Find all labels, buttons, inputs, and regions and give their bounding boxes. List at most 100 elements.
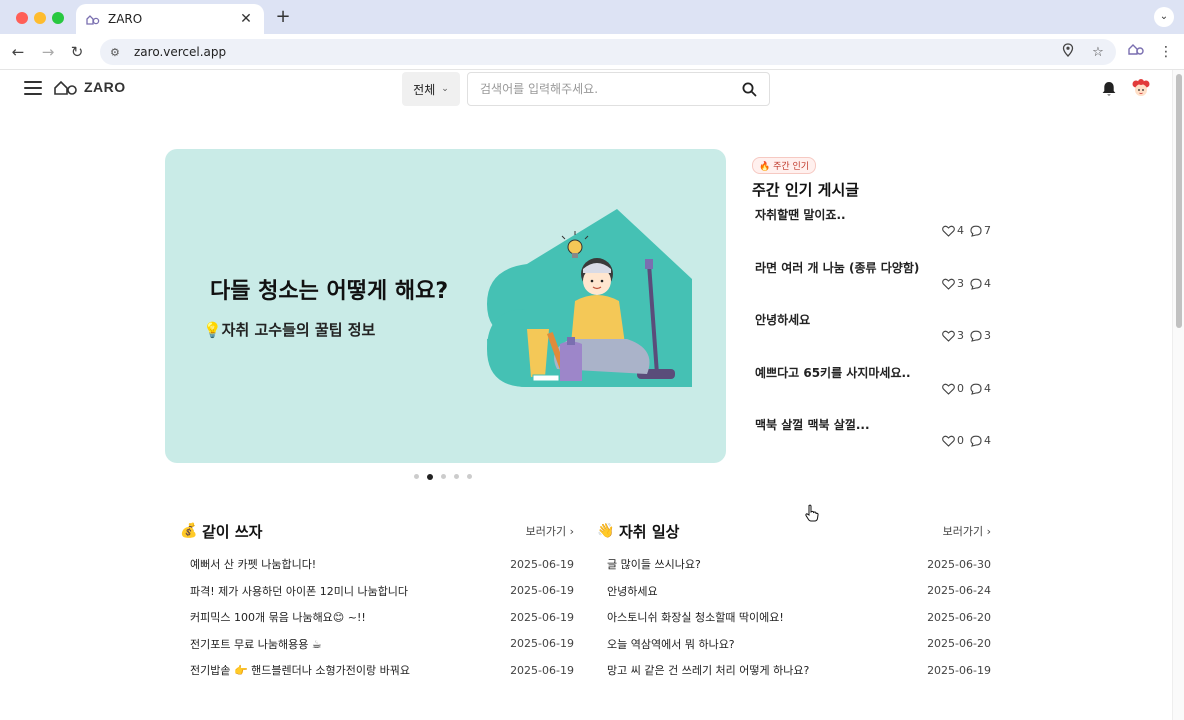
category-select[interactable]: 전체 ⌄	[402, 72, 460, 106]
banner-title: 다들 청소는 어떻게 해요?	[210, 279, 449, 304]
browser-tab[interactable]: ZARO ✕	[76, 4, 264, 34]
carousel-indicator	[414, 473, 480, 480]
post-title: 맥북 살껄 맥북 살껄...	[755, 418, 870, 432]
minimize-window-button[interactable]	[34, 12, 46, 24]
page-scrollbar[interactable]	[1172, 70, 1184, 720]
popular-post[interactable]: 맥북 살껄 맥북 살껄... 0 4	[755, 416, 991, 456]
post-title: 아스토니쉬 화장실 청소할때 딱이에요!	[607, 611, 784, 625]
tab-search-chevron-icon[interactable]: ⌄	[1154, 7, 1174, 27]
notification-bell-icon[interactable]	[1100, 80, 1118, 98]
maximize-window-button[interactable]	[52, 12, 64, 24]
post-stats: 0 4	[942, 382, 991, 395]
list-item[interactable]: 파격! 제가 사용하던 아이폰 12미니 나눔합니다 2025-06-19	[180, 578, 574, 605]
post-title: 안녕하세요	[607, 584, 658, 598]
list-item[interactable]: 전기밥솥 👉 핸드블렌더나 소형가전이랑 바꿔요 2025-06-19	[180, 657, 574, 684]
view-more-label: 보러가기	[525, 525, 567, 538]
browser-menu-icon[interactable]: ⋮	[1156, 42, 1176, 62]
view-more-link[interactable]: 보러가기 ›	[526, 523, 574, 539]
post-stats: 0 4	[942, 434, 991, 447]
post-date: 2025-06-19	[510, 663, 574, 677]
view-more-link[interactable]: 보러가기 ›	[943, 523, 991, 539]
like-count: 0	[957, 434, 964, 447]
post-title: 라면 여러 개 나눔 (종류 다양함)	[755, 261, 920, 275]
url-text: zaro.vercel.app	[134, 45, 227, 59]
list-item[interactable]: 글 많이들 쓰시나요? 2025-06-30	[597, 551, 991, 578]
category-label: 전체	[413, 82, 436, 97]
list-item[interactable]: 안녕하세요 2025-06-24	[597, 578, 991, 605]
list-item[interactable]: 망고 씨 같은 건 쓰레기 처리 어떻게 하나요? 2025-06-19	[597, 657, 991, 684]
user-avatar[interactable]	[1130, 78, 1152, 100]
comment-icon	[970, 278, 982, 290]
carousel-dot[interactable]	[441, 474, 446, 479]
hero-banner[interactable]: 다들 청소는 어떻게 해요? 💡자취 고수들의 꿀팁 정보	[165, 149, 726, 463]
browser-tab-strip: ZARO ✕ + ⌄	[0, 0, 1184, 34]
list-item[interactable]: 오늘 역삼역에서 뭐 하나요? 2025-06-20	[597, 631, 991, 658]
board-share: 💰 같이 쓰자 보러가기 › 예뻐서 산 카펫 나눔합니다! 2025-06-19…	[180, 521, 574, 684]
popular-post[interactable]: 예쁘다고 65키를 사지마세요.. 0 4	[755, 364, 991, 404]
post-title: 전기밥솥 👉 핸드블렌더나 소형가전이랑 바꿔요	[190, 664, 410, 678]
new-tab-button[interactable]: +	[274, 7, 292, 27]
post-date: 2025-06-24	[927, 584, 991, 598]
like-count: 0	[957, 382, 964, 395]
comment-icon	[970, 330, 982, 342]
hand-cursor-icon	[805, 504, 819, 522]
extension-icon[interactable]	[1126, 42, 1146, 62]
post-title: 자취할땐 말이죠..	[755, 208, 846, 222]
weekly-badge: 🔥 주간 인기	[752, 157, 817, 174]
weekly-title: 주간 인기 게시글	[752, 181, 860, 199]
post-title: 안녕하세요	[755, 313, 811, 327]
board-list: 글 많이들 쓰시나요? 2025-06-30 안녕하세요 2025-06-24 아스…	[597, 551, 991, 684]
page-content: ZARO 전체 ⌄ 다들 청소는 어떻게 해요? 💡자취 고수들의 꿀팁 정보	[0, 70, 1172, 720]
carousel-dot[interactable]	[414, 474, 419, 479]
hamburger-menu-icon[interactable]	[24, 81, 42, 95]
post-title: 글 많이들 쓰시나요?	[607, 558, 701, 572]
popular-post[interactable]: 안녕하세요 3 3	[755, 311, 991, 351]
banner-subtitle: 💡자취 고수들의 꿀팁 정보	[203, 321, 376, 339]
post-date: 2025-06-19	[510, 584, 574, 598]
close-window-button[interactable]	[16, 12, 28, 24]
location-pin-icon[interactable]	[1060, 43, 1076, 61]
post-date: 2025-06-19	[927, 663, 991, 677]
carousel-dot-active[interactable]	[427, 473, 433, 480]
bookmark-star-icon[interactable]: ☆	[1090, 45, 1106, 60]
popular-post[interactable]: 자취할땐 말이죠.. 4 7	[755, 206, 991, 246]
heart-icon	[942, 225, 955, 237]
search-input[interactable]	[480, 82, 742, 96]
board-title: 같이 쓰자	[202, 522, 263, 541]
search-icon[interactable]	[742, 82, 757, 97]
board-title: 자취 일상	[619, 522, 680, 541]
board-header: 👋 자취 일상 보러가기 ›	[597, 521, 991, 541]
tab-close-icon[interactable]: ✕	[238, 11, 254, 27]
carousel-dot[interactable]	[467, 474, 472, 479]
list-item[interactable]: 예뻐서 산 카펫 나눔합니다! 2025-06-19	[180, 551, 574, 578]
browser-toolbar: ← → ↻ ⚙ zaro.vercel.app ☆ ⋮	[0, 34, 1184, 70]
heart-icon	[942, 330, 955, 342]
like-count: 3	[957, 329, 964, 342]
comment-icon	[970, 383, 982, 395]
heart-icon	[942, 278, 955, 290]
board-header: 💰 같이 쓰자 보러가기 ›	[180, 521, 574, 541]
post-title: 파격! 제가 사용하던 아이폰 12미니 나눔합니다	[190, 584, 409, 598]
list-item[interactable]: 아스토니쉬 화장실 청소할때 딱이에요! 2025-06-20	[597, 604, 991, 631]
site-settings-icon[interactable]: ⚙	[110, 46, 126, 59]
post-date: 2025-06-20	[927, 637, 991, 651]
reload-icon[interactable]: ↻	[67, 42, 87, 62]
list-item[interactable]: 전기포트 무료 나눔해용용 ☕ 2025-06-19	[180, 631, 574, 658]
forward-arrow-icon[interactable]: →	[38, 42, 58, 62]
carousel-dot[interactable]	[454, 474, 459, 479]
back-arrow-icon[interactable]: ←	[8, 42, 28, 62]
zaro-favicon-icon	[86, 12, 100, 26]
post-stats: 3 4	[942, 277, 991, 290]
heart-icon	[942, 383, 955, 395]
logo-text: ZARO	[84, 79, 126, 95]
popular-post[interactable]: 라면 여러 개 나눔 (종류 다양함) 3 4	[755, 259, 991, 299]
address-bar[interactable]: ⚙ zaro.vercel.app ☆	[100, 39, 1116, 65]
comment-count: 4	[984, 277, 991, 290]
site-logo[interactable]: ZARO	[54, 79, 126, 95]
post-stats: 4 7	[942, 224, 991, 237]
scrollbar-thumb[interactable]	[1176, 74, 1182, 328]
list-item[interactable]: 커피믹스 100개 묶음 나눔해요😊 ~!! 2025-06-19	[180, 604, 574, 631]
heart-icon	[942, 435, 955, 447]
comment-count: 7	[984, 224, 991, 237]
post-date: 2025-06-19	[510, 637, 574, 651]
